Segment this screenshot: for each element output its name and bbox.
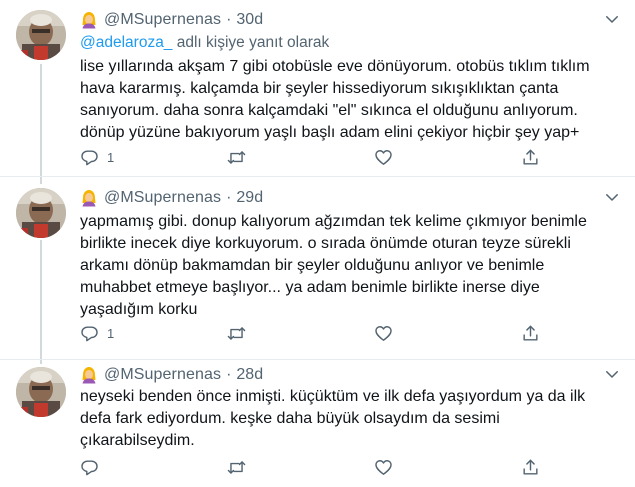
retweet-icon — [227, 148, 246, 167]
tweet-text-line: çıkarabilseydim. — [80, 432, 195, 449]
reply-button[interactable]: 1 — [80, 324, 227, 343]
tweet-actions — [80, 456, 540, 478]
tweet-text-line: yaşadığım korku — [80, 301, 198, 318]
retweet-button[interactable] — [227, 458, 374, 477]
share-button[interactable] — [521, 324, 540, 343]
share-icon — [521, 458, 540, 477]
like-button[interactable] — [374, 324, 521, 343]
tweet-text-line: muhabbet etmeye başlıyor... ya adam beni… — [80, 279, 540, 296]
timestamp[interactable]: 28d — [236, 366, 263, 384]
tweet-text: yapmamış gibi. donup kalıyorum ağzımdan … — [80, 211, 620, 321]
like-button[interactable] — [374, 458, 521, 477]
tweet-header: @MSupernenas · 29d — [80, 188, 263, 208]
mention-link[interactable]: @adelaroza_ — [80, 34, 172, 51]
tweet[interactable]: @MSupernenas · 30d @adelaroza_ adlı kişi… — [0, 0, 635, 176]
heart-icon — [374, 324, 393, 343]
separator: · — [226, 366, 232, 383]
replying-to-text: adlı kişiye yanıt olarak — [172, 34, 330, 51]
retweet-icon — [227, 324, 246, 343]
retweet-icon — [227, 458, 246, 477]
tweet-text-line: yapmamış gibi. donup kalıyorum ağzımdan … — [80, 213, 587, 230]
woman-emoji-icon — [80, 11, 98, 29]
reply-icon — [80, 458, 99, 477]
heart-icon — [374, 458, 393, 477]
tweet-text-line: defa fark ediyordum. keşke daha büyük ol… — [80, 410, 500, 427]
share-icon — [521, 324, 540, 343]
tweet[interactable]: @MSupernenas · 29d yapmamış gibi. donup … — [0, 176, 635, 359]
replying-to: @adelaroza_ adlı kişiye yanıt olarak — [80, 34, 329, 52]
tweet[interactable]: @MSupernenas · 28d neyseki benden önce i… — [0, 359, 635, 487]
reply-count: 1 — [107, 325, 115, 341]
heart-icon — [374, 148, 393, 167]
share-button[interactable] — [521, 458, 540, 477]
share-button[interactable] — [521, 148, 540, 167]
reply-icon — [80, 324, 99, 343]
tweet-actions: 1 — [80, 322, 540, 344]
avatar[interactable] — [16, 188, 66, 238]
separator: · — [226, 189, 232, 206]
woman-emoji-icon — [80, 366, 98, 384]
like-button[interactable] — [374, 148, 521, 167]
retweet-button[interactable] — [227, 148, 374, 167]
tweet-header: @MSupernenas · 30d — [80, 10, 263, 30]
reply-button[interactable] — [80, 458, 227, 477]
avatar[interactable] — [16, 367, 66, 417]
retweet-button[interactable] — [227, 324, 374, 343]
tweet-text: neyseki benden önce inmişti. küçüktüm ve… — [80, 386, 620, 452]
user-handle[interactable]: @MSupernenas — [104, 366, 221, 384]
reply-count: 1 — [107, 149, 115, 165]
tweet-text-line: sanıyorum. daha sonra kalçamdaki "el" sı… — [80, 102, 578, 119]
tweet-text-line: lise yıllarında akşam 7 gibi otobüsle ev… — [80, 58, 590, 75]
tweet-text-line: hava kararmış. kalçamda bir şeyler hisse… — [80, 80, 559, 97]
user-handle[interactable]: @MSupernenas — [104, 11, 221, 29]
tweet-text-line: neyseki benden önce inmişti. küçüktüm ve… — [80, 388, 586, 405]
tweet-text-line: dönüp yüzüne bakıyorum yaşlı başlı adam … — [80, 124, 580, 141]
tweet-text-line: arkamı dönüp bakmamdan bir şeyler olduğu… — [80, 257, 545, 274]
chevron-down-icon[interactable] — [603, 10, 621, 28]
tweet-header: @MSupernenas · 28d — [80, 365, 263, 385]
tweet-actions: 1 — [80, 146, 540, 168]
woman-emoji-icon — [80, 189, 98, 207]
separator: · — [226, 11, 232, 28]
reply-button[interactable]: 1 — [80, 148, 227, 167]
user-handle[interactable]: @MSupernenas — [104, 189, 221, 207]
timestamp[interactable]: 29d — [236, 189, 263, 207]
timestamp[interactable]: 30d — [236, 11, 263, 29]
chevron-down-icon[interactable] — [603, 365, 621, 383]
share-icon — [521, 148, 540, 167]
avatar[interactable] — [16, 10, 66, 60]
tweet-text-line: birlikte inecek diye korkuyorum. o sırad… — [80, 235, 571, 252]
chevron-down-icon[interactable] — [603, 188, 621, 206]
reply-icon — [80, 148, 99, 167]
tweet-text: lise yıllarında akşam 7 gibi otobüsle ev… — [80, 56, 620, 144]
